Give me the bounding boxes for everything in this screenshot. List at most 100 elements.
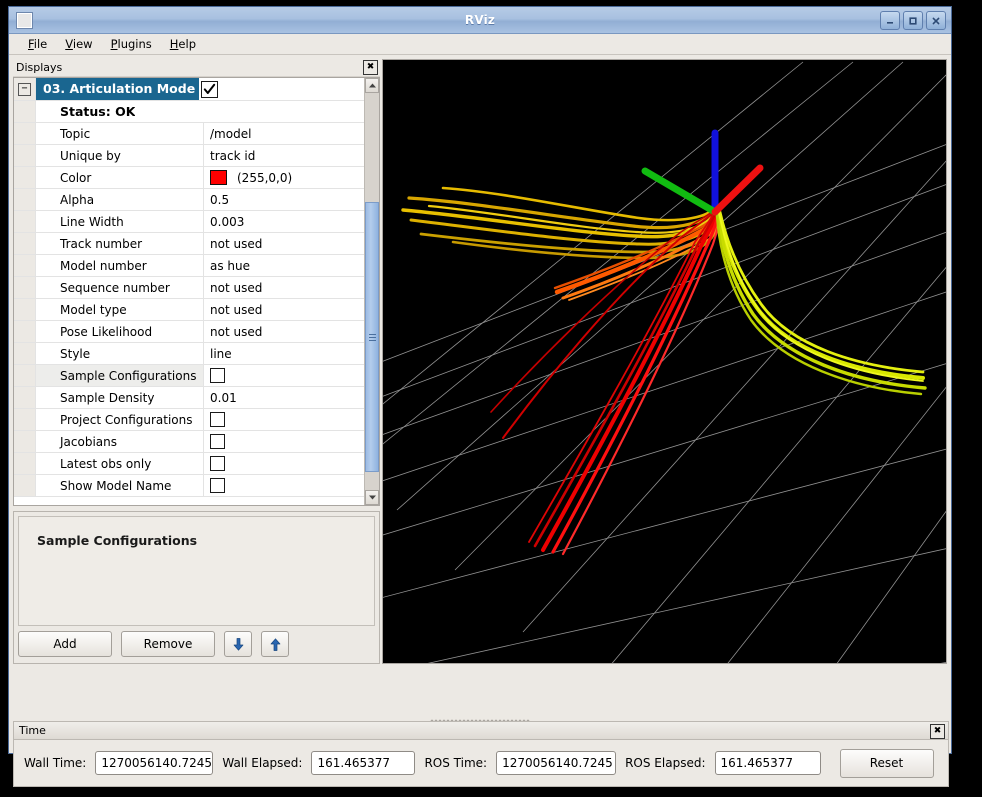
status-row: Status: OK [14, 101, 364, 123]
property-checkbox[interactable] [210, 412, 225, 427]
scroll-up-button[interactable] [365, 78, 379, 93]
scroll-down-button[interactable] [365, 490, 379, 505]
property-row[interactable]: Project Configurations [14, 409, 364, 431]
property-checkbox[interactable] [210, 456, 225, 471]
minimize-button[interactable] [880, 11, 900, 30]
property-tree[interactable]: −03. Articulation ModeStatus: OKTopic/mo… [14, 78, 364, 505]
remove-button[interactable]: Remove [121, 631, 215, 657]
property-row[interactable]: Unique bytrack id [14, 145, 364, 167]
property-gutter [14, 123, 36, 144]
property-value[interactable]: (255,0,0) [204, 167, 364, 188]
property-value[interactable]: not used [204, 277, 364, 298]
property-row[interactable]: Model number as hue [14, 255, 364, 277]
property-name: Style [36, 343, 204, 364]
property-value-text: as hue [210, 259, 250, 273]
property-value[interactable] [204, 409, 364, 430]
menu-help[interactable]: Help [161, 35, 205, 53]
ros-time-input[interactable]: 1270056140.7245 [496, 751, 616, 775]
property-value[interactable]: 0.01 [204, 387, 364, 408]
property-name: Pose Likelihood [36, 321, 204, 342]
property-value[interactable]: not used [204, 321, 364, 342]
property-row[interactable]: Sample Configurations [14, 365, 364, 387]
property-row[interactable]: Jacobians [14, 431, 364, 453]
property-value[interactable] [204, 431, 364, 452]
property-checkbox[interactable] [210, 368, 225, 383]
property-value[interactable]: as hue [204, 255, 364, 276]
property-checkbox[interactable] [210, 434, 225, 449]
color-swatch[interactable] [210, 170, 227, 185]
property-name: Show Model Name [36, 475, 204, 496]
maximize-button[interactable] [903, 11, 923, 30]
property-value[interactable]: not used [204, 299, 364, 320]
display-item-row[interactable]: −03. Articulation Mode [14, 78, 364, 101]
move-down-button[interactable] [224, 631, 252, 657]
property-gutter [14, 409, 36, 430]
display-item-label: 03. Articulation Mode [36, 78, 199, 100]
sample-configurations-list[interactable]: Sample Configurations [18, 516, 375, 626]
property-checkbox[interactable] [210, 478, 225, 493]
sample-configurations-title: Sample Configurations [19, 517, 374, 548]
display-enabled-cell [199, 78, 364, 100]
collapse-icon[interactable]: − [18, 83, 31, 96]
displays-close-icon[interactable]: ✖ [363, 60, 378, 75]
property-row[interactable]: Topic/model [14, 123, 364, 145]
property-row[interactable]: Track numbernot used [14, 233, 364, 255]
ros-elapsed-label: ROS Elapsed: [625, 756, 705, 770]
property-row[interactable]: Latest obs only [14, 453, 364, 475]
property-value[interactable]: track id [204, 145, 364, 166]
ros-elapsed-input[interactable]: 161.465377 [715, 751, 821, 775]
property-gutter [14, 145, 36, 166]
property-value[interactable] [204, 365, 364, 386]
wall-time-label: Wall Time: [24, 756, 86, 770]
add-button[interactable]: Add [18, 631, 112, 657]
time-close-icon[interactable]: ✖ [930, 724, 945, 739]
property-row[interactable]: Color(255,0,0) [14, 167, 364, 189]
property-row[interactable]: Pose Likelihoodnot used [14, 321, 364, 343]
property-gutter [14, 189, 36, 210]
property-value-text: 0.5 [210, 193, 229, 207]
menu-file[interactable]: File [19, 35, 56, 53]
window-icon [16, 12, 33, 29]
property-row[interactable]: Sequence numbernot used [14, 277, 364, 299]
close-button[interactable] [926, 11, 946, 30]
reset-button[interactable]: Reset [840, 749, 934, 778]
property-name: Model number [36, 255, 204, 276]
property-name: Project Configurations [36, 409, 204, 430]
menu-plugins[interactable]: Plugins [102, 35, 161, 53]
wall-elapsed-input[interactable]: 161.465377 [311, 751, 415, 775]
wall-time-input[interactable]: 1270056140.72452 [95, 751, 213, 775]
property-value[interactable]: /model [204, 123, 364, 144]
displays-dock: Displays ✖ −03. Articulation ModeStatus:… [13, 59, 380, 664]
menu-view[interactable]: View [56, 35, 101, 53]
property-row[interactable]: Style line [14, 343, 364, 365]
property-row[interactable]: Show Model Name [14, 475, 364, 497]
move-up-button[interactable] [261, 631, 289, 657]
status-label: Status: OK [36, 101, 135, 122]
property-row[interactable]: Line Width0.003 [14, 211, 364, 233]
property-value[interactable]: not used [204, 233, 364, 254]
property-name: Jacobians [36, 431, 204, 452]
property-value[interactable] [204, 453, 364, 474]
render-viewport[interactable] [382, 59, 947, 664]
property-tree-container: −03. Articulation ModeStatus: OKTopic/mo… [13, 77, 380, 506]
property-value[interactable]: 0.5 [204, 189, 364, 210]
check-icon [203, 83, 216, 96]
property-value-text: line [210, 347, 232, 361]
scrollbar-thumb[interactable] [365, 202, 379, 472]
property-row[interactable]: Sample Density0.01 [14, 387, 364, 409]
property-value-text: track id [210, 149, 255, 163]
ros-time-label: ROS Time: [424, 756, 487, 770]
window-controls [880, 11, 946, 30]
property-tree-scrollbar[interactable] [364, 78, 379, 505]
property-value[interactable]: 0.003 [204, 211, 364, 232]
property-row[interactable]: Alpha0.5 [14, 189, 364, 211]
property-name: Sequence number [36, 277, 204, 298]
property-gutter [14, 343, 36, 364]
wall-elapsed-label: Wall Elapsed: [222, 756, 302, 770]
property-value[interactable] [204, 475, 364, 496]
property-gutter [14, 277, 36, 298]
property-gutter [14, 255, 36, 276]
property-value[interactable]: line [204, 343, 364, 364]
property-row[interactable]: Model typenot used [14, 299, 364, 321]
display-enabled-checkbox[interactable] [201, 81, 218, 98]
